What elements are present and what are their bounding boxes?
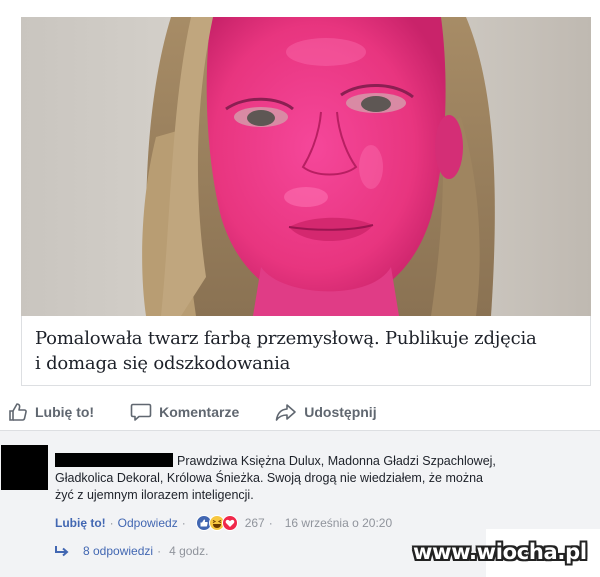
replies-age: 4 godz. — [169, 544, 209, 558]
comment-button[interactable]: Komentarze — [130, 398, 239, 426]
pink-face-image — [21, 17, 591, 316]
separator: · — [157, 544, 162, 558]
separator: · — [268, 516, 273, 530]
comment-reply-link[interactable]: Odpowiedz — [118, 516, 178, 530]
reply-arrow-icon — [55, 546, 69, 557]
replies-count-link[interactable]: 8 odpowiedzi — [83, 544, 153, 558]
like-button[interactable]: Lubię to! — [8, 398, 94, 426]
love-reaction-icon — [221, 515, 238, 531]
link-preview-caption[interactable]: Pomalowała twarz farbą przemysłową. Publ… — [21, 316, 591, 386]
comment-timestamp[interactable]: 16 września o 20:20 — [285, 516, 392, 530]
share-arrow-icon — [275, 404, 297, 421]
shared-post: Pomalowała twarz farbą przemysłową. Publ… — [0, 0, 600, 392]
comment-text-line-2: Gładkolica Dekoral, Królowa Śnieżka. Swo… — [55, 471, 483, 485]
share-button[interactable]: Udostępnij — [275, 398, 377, 426]
comment-like-link[interactable]: Lubię to! — [55, 516, 106, 530]
avatar[interactable] — [1, 445, 48, 490]
post-actions-bar: Lubię to! Komentarze Udostępnij — [0, 396, 600, 428]
reaction-icons[interactable] — [195, 515, 238, 531]
comment-text-line-1: Prawdziwa Księżna Dulux, Madonna Gładzi … — [177, 454, 496, 468]
comment-label: Komentarze — [159, 404, 240, 420]
separator: · — [109, 516, 114, 530]
comment-text-line-3: żyć z ujemnym ilorazem inteligencji. — [55, 488, 254, 502]
post-photo[interactable] — [21, 17, 591, 316]
link-title-line-1: Pomalowała twarz farbą przemysłową. Publ… — [35, 328, 537, 349]
reaction-count[interactable]: 267 — [245, 516, 265, 530]
redacted-author-name[interactable] — [55, 453, 173, 467]
separator: · — [181, 516, 186, 530]
watermark-text: www.wiocha.pl — [413, 540, 587, 564]
view-replies-row[interactable]: 8 odpowiedzi · 4 godz. — [55, 544, 208, 558]
comment-bubble-icon — [130, 403, 152, 421]
share-label: Udostępnij — [304, 404, 377, 420]
thumbs-up-icon — [9, 403, 27, 421]
link-title-line-2: i domaga się odszkodowania — [35, 353, 291, 374]
comment-line-1: Prawdziwa Księżna Dulux, Madonna Gładzi … — [55, 453, 575, 470]
comment-meta-row: Lubię to! · Odpowiedz · 267 · 16 wrześni… — [55, 515, 392, 531]
comment-text: Prawdziwa Księżna Dulux, Madonna Gładzi … — [55, 453, 575, 504]
like-label: Lubię to! — [35, 404, 95, 420]
